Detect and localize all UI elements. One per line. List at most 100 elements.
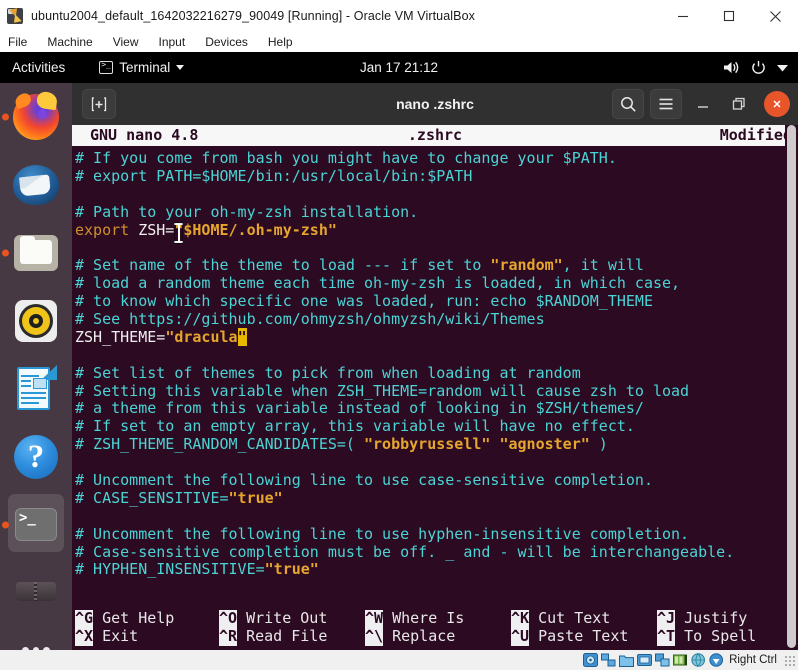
minimize-button[interactable]	[660, 0, 706, 32]
host-window-controls	[660, 0, 798, 32]
usb-device-icon	[11, 568, 61, 618]
hamburger-menu-button[interactable]	[650, 89, 682, 119]
code-line	[72, 508, 798, 526]
terminal-icon: >_	[11, 500, 61, 550]
globe-icon[interactable]	[691, 653, 706, 667]
code-line	[72, 186, 798, 204]
usb-icon[interactable]	[655, 653, 670, 667]
code-line: # load a random theme each time oh-my-zs…	[72, 275, 798, 293]
host-key-indicator: Right Ctrl	[729, 654, 777, 666]
code-line: # export PATH=$HOME/bin:/usr/local/bin:$…	[72, 168, 798, 186]
mouse-integration-icon[interactable]	[709, 653, 724, 667]
menu-view[interactable]: View	[103, 32, 149, 52]
host-window-titlebar: ubuntu2004_default_1642032216279_90049 […	[0, 0, 798, 32]
dock-item-terminal[interactable]: >_	[0, 491, 72, 559]
code-line: # Case-sensitive completion must be off.…	[72, 544, 798, 562]
gnome-top-bar: Activities Terminal Jan 17 21:12	[0, 52, 798, 83]
shortcut-exit[interactable]: ^X Exit	[75, 628, 219, 646]
dock-item-files[interactable]	[0, 219, 72, 287]
hard-disk-icon[interactable]	[583, 653, 598, 667]
firefox-icon	[11, 92, 61, 142]
nano-shortcut-row-1: ^G Get Help ^O Write Out ^W Where Is ^K …	[75, 610, 798, 628]
code-line: # See https://github.com/ohmyzsh/ohmyzsh…	[72, 311, 798, 329]
shortcut-get-help[interactable]: ^G Get Help	[75, 610, 219, 628]
new-tab-button[interactable]	[82, 89, 116, 119]
nano-shortcut-row-2: ^X Exit ^R Read File ^\ Replace ^U Paste…	[75, 628, 798, 646]
close-button[interactable]	[752, 0, 798, 32]
shortcut-read-file[interactable]: ^R Read File	[219, 628, 365, 646]
virtualbox-icon	[7, 8, 23, 24]
shortcut-to-spell[interactable]: ^T To Spell	[657, 628, 756, 646]
code-line	[72, 239, 798, 257]
code-line: # ZSH_THEME_RANDOM_CANDIDATES=( "robbyru…	[72, 436, 798, 454]
code-line: # Uncomment the following line to use hy…	[72, 526, 798, 544]
dock-item-usb-device[interactable]	[0, 559, 72, 627]
code-line: # Setting this variable when ZSH_THEME=r…	[72, 383, 798, 401]
running-indicator	[2, 250, 9, 257]
display-icon[interactable]	[637, 653, 652, 667]
close-button[interactable]	[764, 91, 790, 117]
terminal-scrollbar[interactable]	[785, 125, 798, 650]
code-line: # a theme from this variable instead of …	[72, 400, 798, 418]
dock-item-rhythmbox[interactable]	[0, 287, 72, 355]
files-folder-icon	[11, 228, 61, 278]
dock-item-firefox[interactable]	[0, 83, 72, 151]
volume-icon	[723, 60, 740, 75]
menu-devices[interactable]: Devices	[195, 32, 258, 52]
menu-file[interactable]: File	[0, 32, 37, 52]
nano-modified-status: Modified	[720, 127, 792, 145]
nano-editor[interactable]: GNU nano 4.8 .zshrc Modified # If you co…	[72, 125, 798, 650]
network-icon[interactable]	[601, 653, 616, 667]
shortcut-justify[interactable]: ^J Justify	[657, 610, 747, 628]
dock-item-thunderbird[interactable]	[0, 151, 72, 219]
menu-input[interactable]: Input	[149, 32, 196, 52]
resize-grip[interactable]	[783, 654, 795, 666]
app-menu-button[interactable]: Terminal	[99, 60, 184, 75]
code-line	[72, 454, 798, 472]
power-icon	[751, 60, 766, 75]
menu-help[interactable]: Help	[258, 32, 303, 52]
terminal-header-buttons	[612, 89, 790, 119]
dock-item-help[interactable]: ?	[0, 423, 72, 491]
running-indicator	[2, 522, 9, 529]
rhythmbox-speaker-icon	[11, 296, 61, 346]
folder-icon[interactable]	[619, 653, 634, 667]
shortcut-paste-text[interactable]: ^U Paste Text	[511, 628, 657, 646]
code-line: # to know which specific one was loaded,…	[72, 293, 798, 311]
shortcut-cut-text[interactable]: ^K Cut Text	[511, 610, 657, 628]
dock-item-libreoffice-writer[interactable]	[0, 355, 72, 423]
code-line: # Path to your oh-my-zsh installation.	[72, 204, 798, 222]
code-line: # Uncomment the following line to use ca…	[72, 472, 798, 490]
code-line: # If you come from bash you might have t…	[72, 150, 798, 168]
maximize-button[interactable]	[706, 0, 752, 32]
libreoffice-document-icon	[11, 364, 61, 414]
terminal-icon	[99, 61, 113, 74]
search-button[interactable]	[612, 89, 644, 119]
code-line-zsh-theme: ZSH_THEME="dracula"	[72, 329, 798, 347]
host-menubar: File Machine View Input Devices Help	[0, 32, 798, 52]
app-menu-label: Terminal	[119, 60, 170, 75]
shortcut-replace[interactable]: ^\ Replace	[365, 628, 511, 646]
nano-shortcut-bar: ^G Get Help ^O Write Out ^W Where Is ^K …	[72, 610, 798, 650]
code-line: # Set list of themes to pick from when l…	[72, 365, 798, 383]
code-line: # HYPHEN_INSENSITIVE="true"	[72, 561, 798, 579]
chevron-down-icon	[777, 64, 788, 72]
shortcut-write-out[interactable]: ^O Write Out	[219, 610, 365, 628]
video-capture-icon[interactable]	[673, 653, 688, 667]
scrollbar-thumb[interactable]	[787, 125, 796, 648]
terminal-headerbar: nano .zshrc	[72, 83, 798, 125]
nano-filename: .zshrc	[72, 127, 798, 145]
device-status-icons	[583, 653, 724, 667]
system-status-area[interactable]	[723, 60, 788, 75]
code-line: # Set name of the theme to load --- if s…	[72, 257, 798, 275]
restore-button[interactable]	[724, 89, 754, 119]
minimize-button[interactable]	[688, 89, 718, 119]
terminal-window: nano .zshrc	[72, 83, 798, 650]
nano-text-area[interactable]: # If you come from bash you might have t…	[72, 146, 798, 606]
menu-machine[interactable]: Machine	[37, 32, 102, 52]
shortcut-where-is[interactable]: ^W Where Is	[365, 610, 511, 628]
screen: ubuntu2004_default_1642032216279_90049 […	[0, 0, 798, 670]
activities-button[interactable]: Activities	[12, 60, 65, 75]
host-statusbar: Right Ctrl	[0, 650, 798, 670]
chevron-down-icon	[176, 65, 184, 70]
